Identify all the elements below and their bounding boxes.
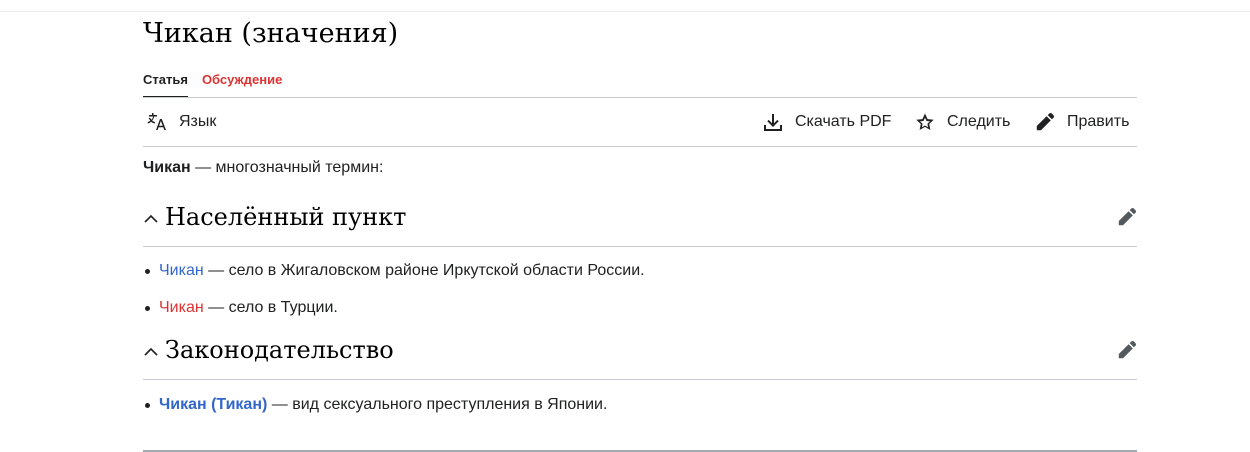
edit-button[interactable]: Править [1035,110,1129,134]
pencil-icon [1036,112,1055,131]
page-toolbar: Язык Скачать PDF Следить Править [143,98,1137,147]
list-item: Чикан — село в Турции. [143,297,645,334]
section-edit-pencil-icon[interactable] [1117,207,1137,227]
lead-text: — многозначный термин: [190,159,384,176]
edit-label: Править [1067,113,1130,130]
list-item: Чикан (Тикан) — вид сексуального преступ… [143,394,607,431]
legislation-list: Чикан (Тикан) — вид сексуального преступ… [143,394,607,431]
article-link[interactable]: Чикан (Тикан) [159,396,267,413]
section-heading: Законодательство [165,336,394,364]
page-title: Чикан (значения) [143,18,399,49]
list-item: Чикан — село в Жигаловском районе Иркутс… [143,260,645,297]
watch-label: Следить [947,113,1011,130]
language-icon [147,113,166,130]
tab-article[interactable]: Статья [143,68,188,98]
header-divider [0,11,1250,12]
language-button[interactable]: Язык [147,110,216,134]
section-header-legislation: Законодательство [143,334,1137,380]
section-header-settlement: Населённый пункт [143,201,1137,247]
lead-paragraph: Чикан — многозначный термин: [143,157,383,179]
star-icon [916,113,934,130]
lead-term: Чикан [143,159,191,176]
list-item-text: — вид сексуального преступления в Японии… [267,396,608,413]
section-heading: Населённый пункт [165,203,407,231]
download-pdf-button[interactable]: Скачать PDF [763,110,891,134]
list-item-text: — село в Жигаловском районе Иркутской об… [203,262,645,279]
language-label: Язык [179,113,217,130]
chevron-up-icon[interactable] [143,211,159,227]
settlement-list: Чикан — село в Жигаловском районе Иркутс… [143,260,645,334]
watch-button[interactable]: Следить [915,110,1010,134]
download-icon [764,114,782,131]
article-link[interactable]: Чикан [159,262,204,279]
missing-article-link[interactable]: Чикан [159,299,204,316]
section-edit-pencil-icon[interactable] [1117,340,1137,360]
tab-discussion[interactable]: Обсуждение [202,68,282,98]
download-pdf-label: Скачать PDF [795,113,892,130]
chevron-up-icon[interactable] [143,344,159,360]
namespace-tabs: Статья Обсуждение [143,68,282,98]
list-item-text: — село в Турции. [203,299,338,316]
